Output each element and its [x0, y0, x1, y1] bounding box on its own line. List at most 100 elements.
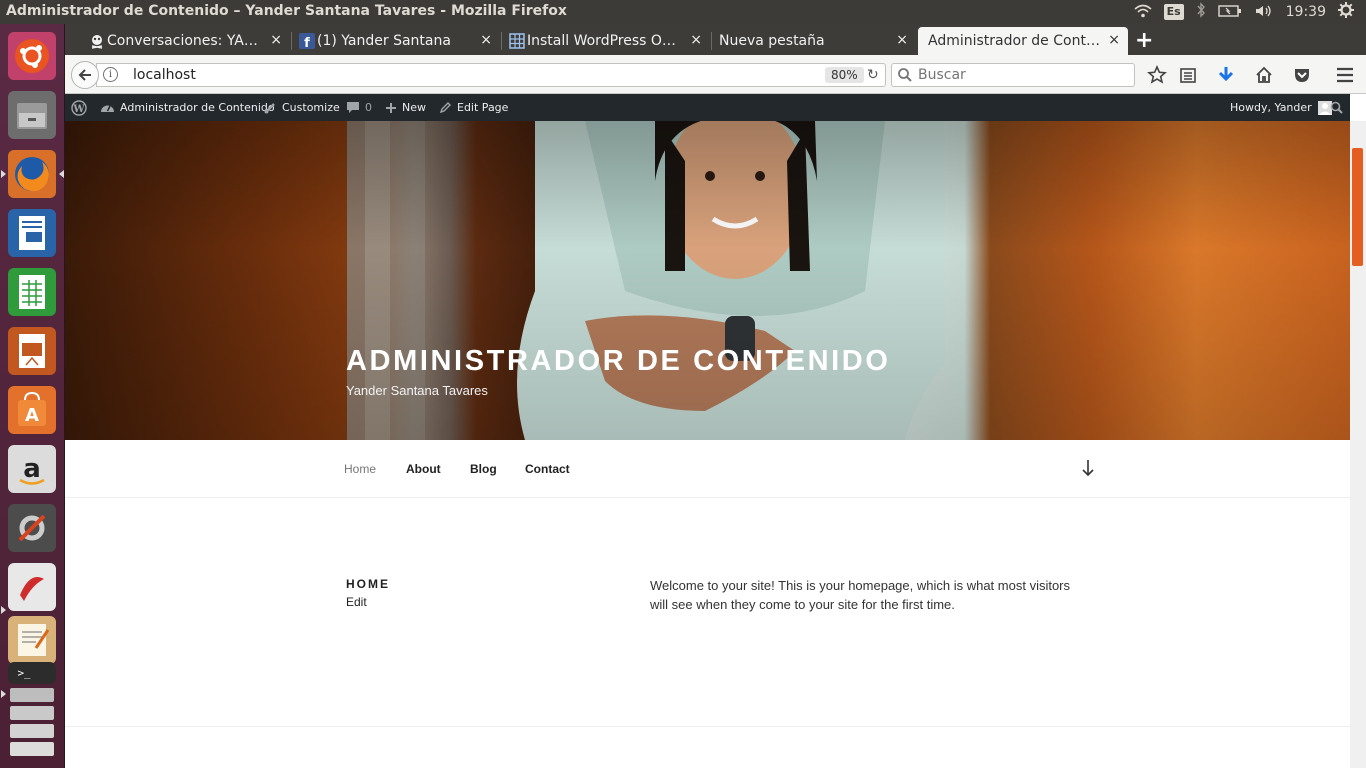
- document-viewer-icon[interactable]: [8, 563, 56, 611]
- tab-title: Conversaciones: YA…: [107, 33, 258, 49]
- tab-administrador[interactable]: Administrador de Cont… ×: [918, 27, 1128, 55]
- running-indicator: [1, 690, 6, 698]
- focused-indicator: [59, 170, 64, 178]
- admin-bar-site-label: Administrador de Contenido: [120, 101, 275, 114]
- keyboard-layout-indicator[interactable]: Es: [1163, 4, 1184, 20]
- tab-separator: [501, 32, 502, 50]
- navigation-toolbar: i localhost 80% ↻: [65, 55, 1366, 94]
- svg-text:a: a: [23, 454, 41, 484]
- site-title[interactable]: ADMINISTRADOR DE CONTENIDO: [346, 345, 891, 378]
- new-tab-button[interactable]: +: [1135, 28, 1153, 53]
- site-navigation: Home About Blog Contact: [65, 440, 1350, 498]
- header-image: ADMINISTRADOR DE CONTENIDO Yander Santan…: [65, 121, 1350, 440]
- reload-icon[interactable]: ↻: [867, 67, 879, 83]
- menu-hamburger-icon[interactable]: [1334, 64, 1356, 86]
- svg-text:f: f: [304, 36, 310, 49]
- back-button[interactable]: [71, 61, 99, 89]
- menu-item-home[interactable]: Home: [344, 462, 376, 476]
- tab-nueva-pestana[interactable]: Nueva pestaña ×: [697, 27, 916, 55]
- back-arrow-icon: [78, 69, 91, 81]
- bluetooth-icon[interactable]: [1196, 2, 1206, 22]
- brush-icon: [264, 103, 275, 114]
- tab-conversaciones[interactable]: Conversaciones: YA… ×: [85, 27, 290, 55]
- wordpress-logo-icon[interactable]: W: [71, 94, 92, 121]
- admin-bar-howdy: Howdy, Yander: [1230, 101, 1312, 114]
- calc-icon[interactable]: [8, 268, 56, 316]
- facebook-favicon-icon: f: [299, 33, 315, 51]
- top-panel: Administrador de Contenido – Yander Sant…: [0, 0, 1366, 24]
- search-icon: [898, 68, 912, 82]
- tab-close-icon[interactable]: ×: [480, 32, 492, 48]
- session-gear-icon[interactable]: [1338, 2, 1354, 22]
- pocket-icon[interactable]: [1291, 64, 1313, 86]
- url-text[interactable]: localhost: [133, 67, 196, 83]
- admin-bar-edit-page-label: Edit Page: [457, 101, 509, 114]
- running-indicator: [1, 606, 6, 614]
- tab-title: Nueva pestaña: [719, 33, 825, 49]
- admin-bar-new[interactable]: New: [385, 94, 426, 121]
- page-title: HOME: [346, 577, 390, 591]
- writer-icon[interactable]: [8, 209, 56, 257]
- tab-title: (1) Yander Santana: [317, 33, 451, 49]
- tab-title: Install WordPress O…: [527, 33, 676, 49]
- admin-bar-customize-label: Customize: [282, 101, 340, 114]
- battery-icon[interactable]: [1217, 3, 1242, 22]
- volume-icon[interactable]: [1254, 3, 1274, 22]
- bookmark-star-icon[interactable]: [1146, 64, 1168, 86]
- admin-bar-account[interactable]: Howdy, Yander: [1230, 94, 1332, 121]
- bookmarks-list-icon[interactable]: [1177, 64, 1199, 86]
- edit-link[interactable]: Edit: [346, 595, 367, 609]
- admin-bar-search-icon[interactable]: [1330, 94, 1348, 121]
- amazon-icon[interactable]: a: [8, 445, 56, 493]
- tab-install-wordpress[interactable]: Install WordPress O… ×: [505, 27, 710, 55]
- tab-separator: [291, 32, 292, 50]
- tab-close-icon[interactable]: ×: [896, 32, 908, 48]
- header-shade: [65, 121, 1350, 440]
- workspaces-icon[interactable]: [8, 686, 56, 766]
- impress-icon[interactable]: [8, 327, 56, 375]
- admin-bar-new-label: New: [402, 101, 426, 114]
- system-settings-icon[interactable]: [8, 504, 56, 552]
- tab-facebook[interactable]: f (1) Yander Santana ×: [295, 27, 500, 55]
- menu-item-contact[interactable]: Contact: [525, 462, 570, 476]
- tab-close-icon[interactable]: ×: [1108, 32, 1120, 48]
- terminal-icon[interactable]: >_: [8, 662, 56, 684]
- tab-title: Administrador de Cont…: [928, 33, 1100, 49]
- scrollbar-thumb[interactable]: [1352, 148, 1363, 266]
- pencil-icon: [439, 102, 451, 114]
- admin-bar-edit-page[interactable]: Edit Page: [439, 94, 508, 121]
- footer-divider: [65, 726, 1350, 727]
- window-title: Administrador de Contenido – Yander Sant…: [6, 3, 567, 19]
- url-bar[interactable]: i localhost 80% ↻: [96, 63, 886, 87]
- downloads-icon[interactable]: [1215, 64, 1237, 86]
- plus-icon: [386, 102, 396, 113]
- svg-text:A: A: [25, 405, 39, 426]
- firefox-icon[interactable]: [8, 150, 56, 198]
- home-icon[interactable]: [1253, 64, 1275, 86]
- files-icon[interactable]: [8, 91, 56, 139]
- running-indicator: [1, 170, 6, 178]
- svg-text:>_: >_: [17, 667, 31, 680]
- tab-strip: Conversaciones: YA… × f (1) Yander Santa…: [65, 24, 1366, 55]
- text-editor-icon[interactable]: [8, 616, 56, 664]
- admin-bar-site-name[interactable]: Administrador de Contenido: [100, 94, 275, 121]
- dashboard-icon: [101, 105, 114, 112]
- system-tray: Es 19:39: [1134, 0, 1366, 24]
- clock[interactable]: 19:39: [1286, 4, 1326, 20]
- admin-bar-comments[interactable]: 0: [346, 94, 372, 121]
- search-input[interactable]: [918, 66, 1128, 84]
- site-description: Yander Santana Tavares: [346, 383, 488, 398]
- menu-item-blog[interactable]: Blog: [470, 462, 497, 476]
- site-info-icon[interactable]: i: [103, 67, 118, 82]
- page-content: ADMINISTRADOR DE CONTENIDO Yander Santan…: [65, 121, 1350, 768]
- tab-close-icon[interactable]: ×: [270, 32, 282, 48]
- wifi-icon[interactable]: [1134, 3, 1152, 22]
- ubuntu-dash-icon[interactable]: [8, 32, 56, 80]
- comment-icon: [347, 102, 359, 113]
- search-bar[interactable]: [891, 63, 1135, 87]
- scroll-down-arrow-icon[interactable]: [1081, 459, 1095, 480]
- admin-bar-customize[interactable]: Customize: [264, 94, 340, 121]
- zoom-level[interactable]: 80%: [825, 67, 864, 83]
- menu-item-about[interactable]: About: [406, 462, 441, 476]
- software-center-icon[interactable]: A: [8, 386, 56, 434]
